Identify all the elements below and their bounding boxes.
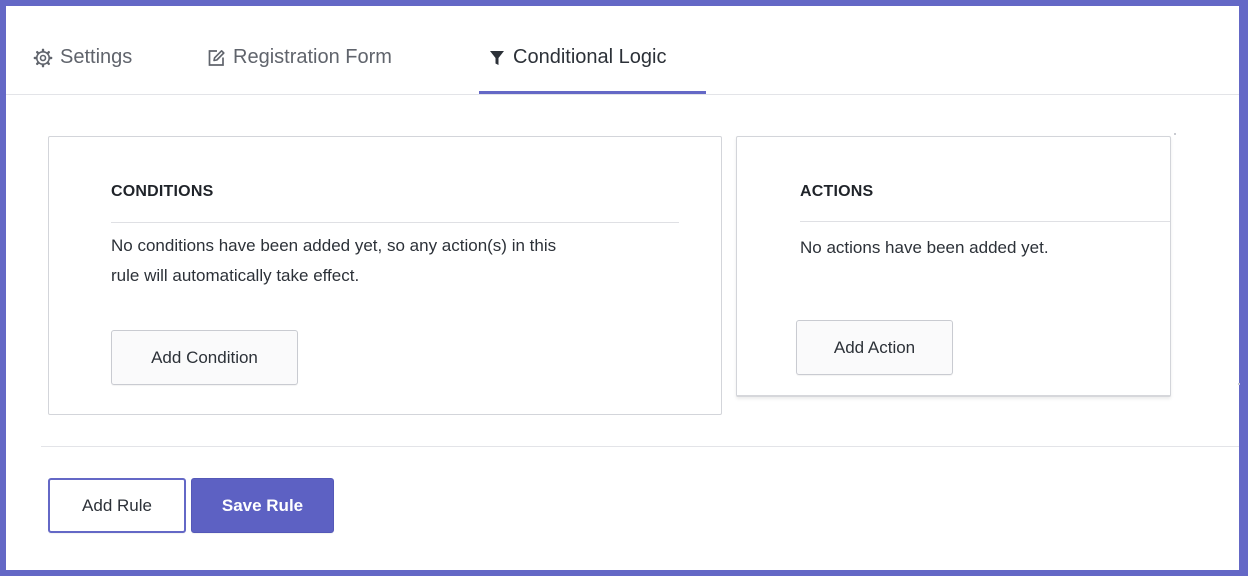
scroll-marker [1238,383,1240,385]
conditions-panel: CONDITIONS No conditions have been added… [48,136,722,415]
add-rule-button[interactable]: Add Rule [48,478,186,533]
actions-empty-text: No actions have been added yet. [800,238,1049,257]
add-condition-button[interactable]: Add Condition [111,330,298,385]
conditions-title: CONDITIONS [111,183,214,200]
conditional-logic-window: Settings Registration Form Conditional L… [0,0,1248,576]
conditions-empty-text-line-2: rule will automatically take effect. [111,266,360,285]
tab-conditional-logic-label: Conditional Logic [513,46,667,68]
tab-bar: Settings Registration Form Conditional L… [6,6,1239,95]
tab-settings-label: Settings [60,46,133,68]
edit-icon [206,48,226,68]
add-action-button[interactable]: Add Action [796,320,953,375]
actions-divider [800,221,1170,222]
save-rule-button[interactable]: Save Rule [191,478,334,533]
actions-panel: ACTIONS No actions have been added yet. … [736,136,1171,397]
conditions-empty-text-line-1: No conditions have been added yet, so an… [111,236,557,255]
tab-registration-form-label: Registration Form [233,46,392,68]
conditions-divider [111,222,679,223]
gear-icon [33,48,53,68]
scroll-marker [1174,133,1176,135]
tab-registration-form[interactable]: Registration Form [206,46,392,94]
tab-settings[interactable]: Settings [33,46,132,94]
actions-title: ACTIONS [800,183,874,200]
footer-divider [41,446,1239,447]
tab-conditional-logic[interactable]: Conditional Logic [479,46,706,94]
filter-icon [488,48,506,68]
